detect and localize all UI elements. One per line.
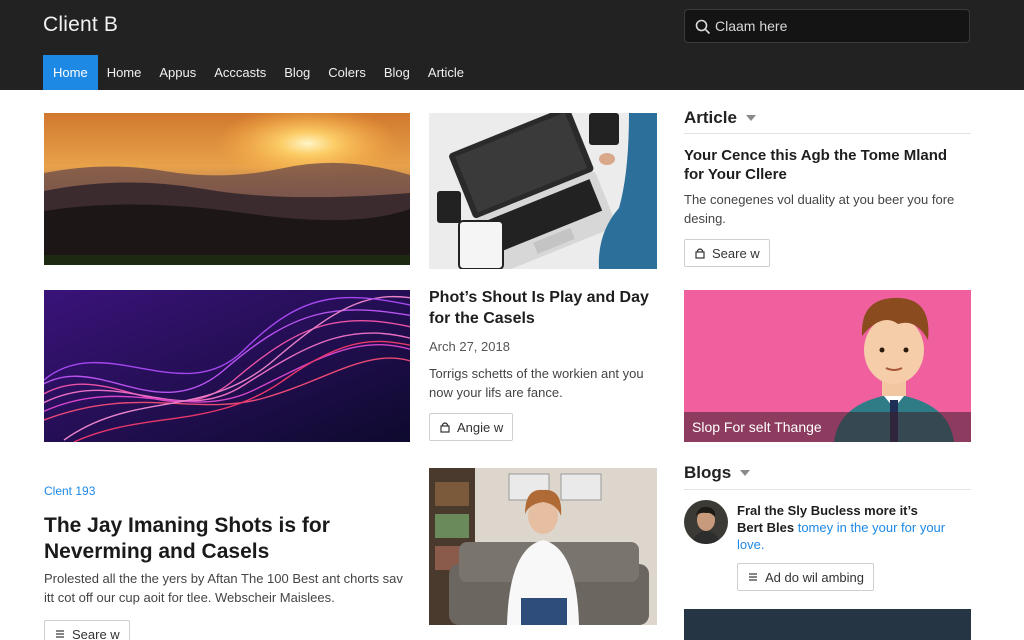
sidebar-article-button-label: Seare w: [712, 245, 760, 261]
list-icon: [56, 630, 64, 638]
chevron-down-icon: [745, 115, 756, 121]
cartoon-man-promo-image[interactable]: Slop For selt Thange: [684, 290, 971, 442]
nav-blog[interactable]: Blog: [275, 55, 319, 90]
nav-acccasts[interactable]: Acccasts: [205, 55, 275, 90]
top-header: Client B Home Home Appus Acccasts Blog C…: [0, 0, 1024, 90]
blogs-divider: [684, 489, 971, 490]
sidebar-article-button[interactable]: Seare w: [684, 239, 770, 267]
main-nav: Home Home Appus Acccasts Blog Colers Blo…: [43, 55, 473, 90]
lead-post-button-label: Seare w: [72, 626, 120, 640]
blog-item-button[interactable]: Ad do wil ambing: [737, 563, 874, 591]
article-divider: [684, 133, 971, 134]
lead-post-kicker[interactable]: Clent 193: [44, 484, 95, 498]
woman-on-sofa-image[interactable]: [429, 468, 657, 625]
nav-appus[interactable]: Appus: [150, 55, 205, 90]
sunset-mountains-image[interactable]: [44, 113, 410, 265]
lead-post-excerpt: Prolested all the the yers by Aftan The …: [44, 571, 403, 605]
dark-thumbnail-image[interactable]: [684, 609, 971, 640]
featured-post-date: Arch 27, 2018: [429, 339, 510, 354]
brand-title[interactable]: Client B: [43, 13, 118, 37]
blogs-section-heading[interactable]: Blogs: [684, 463, 751, 483]
featured-post-excerpt: Torrigs schetts of the workien ant you n…: [429, 366, 644, 400]
lead-post-button[interactable]: Seare w: [44, 620, 130, 640]
promo-caption[interactable]: Slop For selt Thange: [684, 412, 971, 442]
search-input[interactable]: [715, 16, 955, 36]
nav-home-active[interactable]: Home: [43, 55, 98, 90]
article-heading-label: Article: [684, 108, 737, 127]
search-icon: [695, 19, 711, 35]
nav-colers[interactable]: Colers: [319, 55, 375, 90]
abstract-waves-image[interactable]: [44, 290, 410, 442]
featured-post-button[interactable]: Angie w: [429, 413, 514, 441]
lead-post-title[interactable]: The Jay Imaning Shots is for Neverming a…: [44, 513, 394, 565]
sidebar-article-excerpt: The conegenes vol duality at you beer yo…: [684, 192, 955, 226]
article-section-heading[interactable]: Article: [684, 108, 756, 128]
featured-post-title[interactable]: Phot’s Shout Is Play and Day for the Cas…: [429, 287, 649, 329]
blogs-heading-label: Blogs: [684, 463, 732, 482]
avatar[interactable]: [684, 500, 728, 544]
laptop-desk-image[interactable]: [429, 113, 657, 269]
blog-item-button-label: Ad do wil ambing: [765, 569, 864, 585]
blog-item-text: Fral the Sly Bucless more it’s Bert Bles…: [737, 502, 971, 553]
blog-item-title[interactable]: Fral the Sly Bucless more it’s: [737, 503, 918, 518]
nav-article[interactable]: Article: [419, 55, 473, 90]
sidebar-article-title[interactable]: Your Cence this Agb the Tome Mland for Y…: [684, 146, 964, 184]
lock-icon: [440, 422, 450, 433]
nav-blog-2[interactable]: Blog: [375, 55, 419, 90]
featured-post-button-label: Angie w: [457, 419, 504, 435]
search-box[interactable]: [684, 9, 970, 43]
nav-home[interactable]: Home: [98, 55, 151, 90]
lock-icon: [695, 248, 705, 259]
chevron-down-icon: [740, 470, 751, 476]
blog-item-author: Bert Bles: [737, 520, 795, 535]
list-icon: [749, 573, 757, 581]
